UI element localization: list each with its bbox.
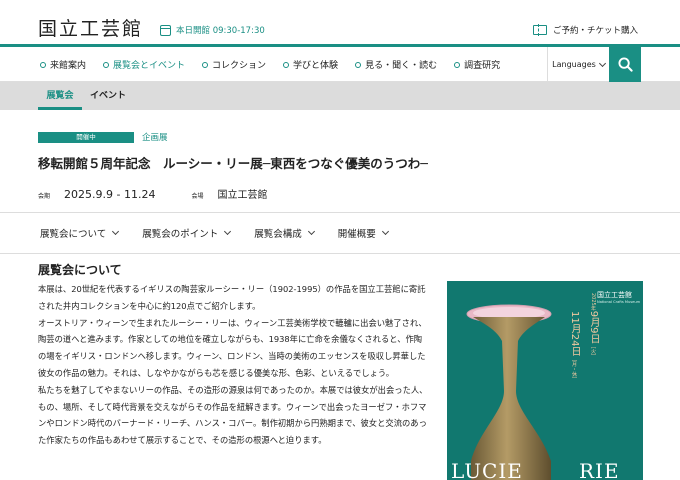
search-button[interactable] — [609, 47, 641, 82]
ticket-link[interactable]: ご予約・チケット購入 — [532, 24, 638, 36]
section-tab-label: 開催概要 — [337, 229, 376, 240]
nav-item-visit[interactable]: 来館案内 — [40, 58, 86, 71]
sub-nav: 展覧会 イベント — [0, 82, 680, 110]
venue-value: 国立工芸館 — [217, 190, 268, 201]
language-label: Languages — [552, 60, 596, 69]
section-tab-label: 展覧会について — [40, 229, 107, 240]
nav-item-collection[interactable]: コレクション — [202, 58, 266, 71]
poster-museum-name-en: National Crafts Museum — [597, 300, 641, 304]
chevron-down-icon — [307, 227, 315, 236]
section-tabs: 展覧会について 展覧会のポイント 展覧会構成 開催概要 — [40, 213, 412, 253]
period-value: 2025.9.9 - 11.24 — [64, 188, 156, 201]
about-paragraph: 本展は、20世紀を代表するイギリスの陶芸家ルーシー・リー（1902-1995）の… — [38, 284, 426, 311]
poster-name-right: RIE — [579, 459, 620, 480]
chevron-down-icon — [381, 227, 389, 236]
section-tab-overview[interactable]: 開催概要 — [337, 226, 389, 240]
chevron-down-icon — [224, 227, 232, 236]
period-label: 会期 — [38, 193, 51, 200]
category-label[interactable]: 企画展 — [142, 131, 168, 143]
status-badge: 開催中 — [38, 131, 134, 143]
language-select[interactable]: Languages — [547, 47, 609, 82]
poster-start-weekday: ［火］ — [590, 343, 596, 359]
exhibition-badges: 開催中 企画展 — [38, 131, 168, 143]
bullet-icon — [283, 61, 290, 68]
divider — [0, 253, 680, 254]
section-tab-points[interactable]: 展覧会のポイント — [142, 226, 232, 240]
page-title: 移転開館５周年記念 ルーシー・リー展─東西をつなぐ優美のうつわ─ — [38, 156, 428, 171]
nav-item-label: 学びと体験 — [293, 61, 339, 71]
about-paragraph: 私たちを魅了してやまないリーの作品、その造形の源泉は何であったのか。本展では彼女… — [38, 384, 428, 446]
poster-name-left: LUCIE — [451, 459, 523, 480]
about-text: 本展は、20世紀を代表するイギリスの陶芸家ルーシー・リー（1902-1995）の… — [38, 281, 430, 449]
about-paragraph: オーストリア・ウィーンで生まれたルーシー・リーは、ウィーン工芸美術学校で轆轤に出… — [38, 317, 427, 378]
poster-start-year: 2025年 — [590, 293, 596, 311]
bullet-icon — [202, 61, 209, 68]
nav-item-label: 展覧会とイベント — [113, 61, 186, 71]
exhibition-poster: 国立工芸館 National Crafts Museum 2025年9月9日［火… — [447, 281, 643, 480]
poster-end-date: 11月24日［月・休］ — [565, 311, 584, 381]
nav-item-learning[interactable]: 学びと体験 — [283, 58, 338, 71]
nav-item-research[interactable]: 調査研究 — [454, 58, 500, 71]
calendar-icon — [160, 24, 171, 36]
section-heading: 展覧会について — [38, 263, 122, 277]
opening-hours: 本日開館 09:30-17:30 — [160, 24, 265, 36]
bullet-icon — [40, 61, 46, 68]
search-icon — [617, 57, 633, 72]
tab-events[interactable]: イベント — [90, 82, 126, 110]
bullet-icon — [103, 61, 110, 68]
poster-end-weekday: ［月・休］ — [571, 356, 577, 382]
nav-item-exhibitions[interactable]: 展覧会とイベント — [103, 58, 185, 71]
venue-label: 会場 — [191, 193, 204, 200]
tab-exhibitions[interactable]: 展覧会 — [38, 82, 82, 110]
section-tab-label: 展覧会構成 — [254, 229, 302, 240]
bullet-icon — [454, 61, 461, 68]
bullet-icon — [355, 61, 362, 68]
section-tab-about[interactable]: 展覧会について — [40, 226, 120, 240]
nav-item-media[interactable]: 見る・聞く・読む — [355, 58, 437, 71]
nav-item-label: 見る・聞く・読む — [365, 61, 438, 71]
opening-hours-label: 本日開館 09:30-17:30 — [176, 26, 265, 36]
nav-item-label: 調査研究 — [464, 61, 501, 71]
chevron-down-icon — [112, 227, 120, 236]
section-tab-structure[interactable]: 展覧会構成 — [254, 226, 315, 240]
poster-start-date: 2025年9月9日［火］ — [584, 293, 603, 358]
ticket-icon — [532, 24, 547, 36]
site-logo[interactable]: 国立工芸館 — [38, 14, 143, 41]
nav-item-label: コレクション — [212, 61, 267, 71]
vase-illustration — [466, 304, 552, 480]
site-header: 国立工芸館 本日開館 09:30-17:30 ご予約・チケット購入 — [0, 0, 680, 44]
ticket-link-label: ご予約・チケット購入 — [552, 26, 638, 36]
poster-start-day: 9月9日 — [588, 310, 599, 344]
chevron-down-icon — [598, 59, 606, 67]
poster-end-day: 11月24日 — [569, 311, 580, 357]
section-tab-label: 展覧会のポイント — [142, 229, 219, 240]
exhibition-meta: 会期 2025.9.9 - 11.24 会場 国立工芸館 — [38, 186, 267, 201]
nav-item-label: 来館案内 — [50, 61, 87, 71]
main-nav: 来館案内 展覧会とイベント コレクション 学びと体験 見る・聞く・読む 調査研究… — [0, 44, 680, 82]
